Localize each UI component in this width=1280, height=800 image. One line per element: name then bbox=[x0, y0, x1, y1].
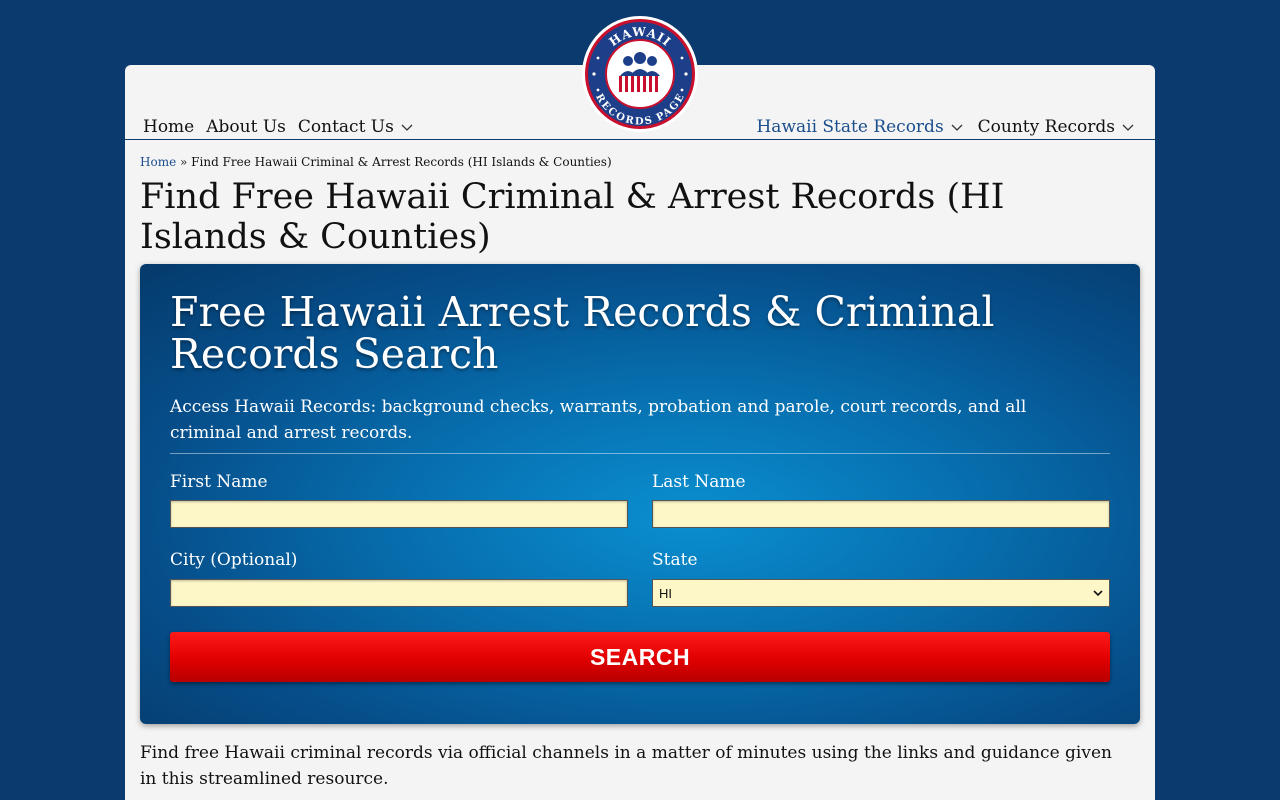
breadcrumb: Home » Find Free Hawaii Criminal & Arres… bbox=[140, 155, 612, 169]
nav-hawaii-state-records[interactable]: Hawaii State Records bbox=[756, 117, 963, 137]
chevron-down-icon bbox=[951, 124, 963, 131]
nav-county-records-label: County Records bbox=[977, 117, 1115, 137]
hero-description: Access Hawaii Records: background checks… bbox=[170, 397, 1027, 443]
last-name-label: Last Name bbox=[652, 472, 746, 492]
city-label: City (Optional) bbox=[170, 550, 298, 570]
breadcrumb-home-link[interactable]: Home bbox=[140, 155, 176, 169]
page-title: Find Free Hawaii Criminal & Arrest Recor… bbox=[140, 177, 1005, 257]
nav-left: Home About Us Contact Us bbox=[143, 117, 414, 137]
last-name-input[interactable] bbox=[652, 500, 1110, 528]
nav-contact-label: Contact Us bbox=[297, 117, 394, 137]
nav-about-label: About Us bbox=[206, 117, 286, 137]
nav-home[interactable]: Home bbox=[143, 117, 194, 137]
hawaii-records-page-logo[interactable]: HAWAII RECORDS PAGE bbox=[580, 14, 700, 134]
hero-title: Free Hawaii Arrest Records & Criminal Re… bbox=[170, 288, 995, 378]
intro-paragraph: Find free Hawaii criminal records via of… bbox=[140, 743, 1112, 789]
nav-contact-us[interactable]: Contact Us bbox=[298, 117, 414, 137]
nav-state-records-label: Hawaii State Records bbox=[756, 117, 944, 137]
hero-divider bbox=[170, 453, 1110, 454]
chevron-down-icon bbox=[401, 124, 413, 131]
state-label: State bbox=[652, 550, 698, 570]
first-name-label: First Name bbox=[170, 472, 268, 492]
breadcrumb-separator: » bbox=[180, 155, 188, 169]
nav-home-label: Home bbox=[143, 117, 195, 137]
chevron-down-icon bbox=[1122, 124, 1134, 131]
breadcrumb-current: Find Free Hawaii Criminal & Arrest Recor… bbox=[191, 155, 612, 169]
search-button[interactable]: SEARCH bbox=[170, 632, 1110, 682]
people-icon bbox=[618, 52, 662, 92]
state-selected-value: HI bbox=[659, 585, 672, 601]
page-container: Home About Us Contact Us Hawaii State Re… bbox=[125, 65, 1155, 800]
first-name-input[interactable] bbox=[170, 500, 628, 528]
nav-about-us[interactable]: About Us bbox=[206, 117, 286, 137]
state-select[interactable]: HI bbox=[652, 579, 1110, 607]
nav-county-records[interactable]: County Records bbox=[978, 117, 1135, 137]
chevron-down-icon bbox=[1093, 590, 1103, 597]
city-input[interactable] bbox=[170, 579, 628, 607]
nav-right: Hawaii State Records County Records bbox=[756, 117, 1135, 137]
search-hero: Free Hawaii Arrest Records & Criminal Re… bbox=[140, 264, 1140, 724]
